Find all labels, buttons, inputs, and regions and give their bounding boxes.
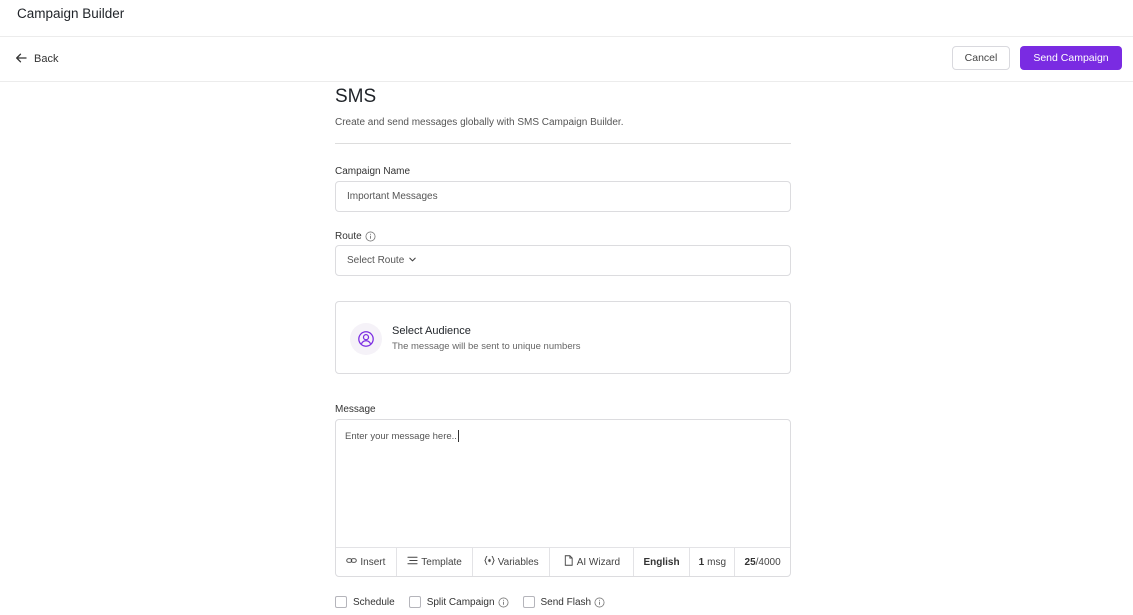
send-flash-option[interactable]: Send Flash: [522, 596, 606, 608]
campaign-name-label-text: Campaign Name: [335, 166, 411, 177]
template-label: Template: [421, 556, 462, 568]
insert-button[interactable]: Insert: [336, 548, 397, 576]
schedule-label: Schedule: [353, 596, 395, 608]
character-limit: /4000: [755, 556, 781, 568]
message-label-text: Message: [335, 404, 376, 415]
message-count: 1 msg: [690, 548, 736, 576]
action-bar: Back Cancel Send Campaign: [0, 37, 1133, 82]
send-campaign-button[interactable]: Send Campaign: [1020, 46, 1122, 70]
send-flash-label: Send Flash: [540, 596, 592, 608]
message-toolbar: Insert Template Variables AI Wizard Engl…: [336, 547, 790, 576]
variables-icon: [484, 555, 495, 569]
divider: [335, 143, 791, 144]
chevron-down-icon: [408, 255, 417, 267]
page-title: SMS: [335, 86, 377, 107]
language-label: English: [643, 556, 680, 568]
message-count-unit: msg: [707, 556, 727, 568]
back-label: Back: [34, 53, 59, 65]
info-icon[interactable]: [365, 231, 376, 242]
ai-wizard-button[interactable]: AI Wizard: [550, 548, 634, 576]
route-select-value: Select Route: [347, 255, 405, 266]
route-label: Route: [335, 231, 376, 242]
schedule-option[interactable]: Schedule: [335, 596, 395, 608]
send-flash-checkbox[interactable]: [522, 596, 535, 608]
split-campaign-option[interactable]: Split Campaign: [408, 596, 509, 608]
insert-label: Insert: [360, 556, 386, 568]
user-circle-icon: [350, 323, 382, 355]
message-label: Message: [335, 404, 376, 415]
schedule-checkbox[interactable]: [335, 596, 347, 608]
select-audience-card[interactable]: Select Audience The message will be sent…: [335, 301, 791, 374]
info-icon[interactable]: [594, 597, 605, 608]
message-placeholder: Enter your message here..: [345, 430, 457, 442]
cancel-button[interactable]: Cancel: [952, 46, 1010, 70]
campaign-name-input[interactable]: Important Messages: [335, 181, 791, 212]
audience-title: Select Audience: [392, 325, 471, 337]
campaign-options: Schedule Split Campaign Send Flash: [335, 596, 619, 608]
page-subtitle: Create and send messages globally with S…: [335, 117, 624, 128]
back-button[interactable]: Back: [15, 51, 58, 67]
character-count: 25 /4000: [735, 548, 790, 576]
split-campaign-label: Split Campaign: [426, 596, 495, 608]
split-campaign-checkbox[interactable]: [408, 596, 421, 608]
variables-label: Variables: [497, 556, 539, 568]
variables-button[interactable]: Variables: [473, 548, 551, 576]
text-caret: [457, 430, 459, 442]
language-selector[interactable]: English: [634, 548, 691, 576]
top-bar: Campaign Builder: [0, 0, 1133, 37]
document-icon: [563, 555, 574, 569]
message-count-value: 1: [698, 556, 705, 568]
arrow-left-icon: [15, 52, 27, 67]
character-count-value: 25: [744, 556, 756, 568]
message-textarea[interactable]: Enter your message here.. Insert Templat…: [335, 419, 791, 577]
template-button[interactable]: Template: [397, 548, 474, 576]
info-icon[interactable]: [498, 597, 509, 608]
link-icon: [346, 555, 358, 569]
campaign-name-label: Campaign Name: [335, 166, 410, 177]
campaign-name-value: Important Messages: [347, 191, 438, 202]
audience-subtitle: The message will be sent to unique numbe…: [392, 341, 581, 352]
route-label-text: Route: [335, 231, 362, 242]
route-select[interactable]: Select Route: [335, 245, 791, 276]
align-lines-icon: [407, 555, 418, 569]
ai-wizard-label: AI Wizard: [576, 556, 621, 568]
app-title: Campaign Builder: [17, 6, 125, 21]
